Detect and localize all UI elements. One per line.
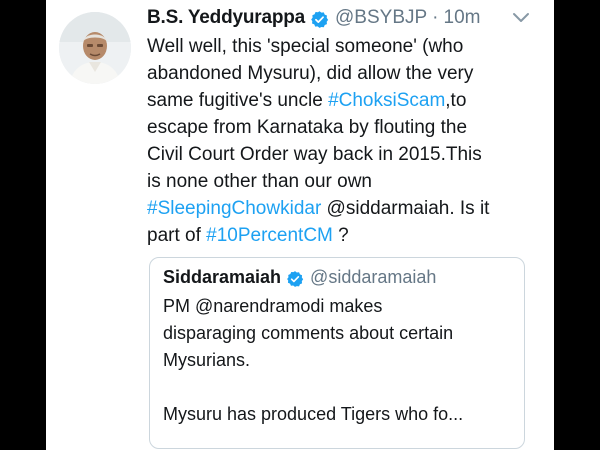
tweet-text-line: same fugitive's uncle #ChoksiScam,to <box>147 87 547 114</box>
hashtag-link[interactable]: #SleepingChowkidar <box>147 198 321 219</box>
tweet-card[interactable]: B.S. Yeddyurappa @BSYBJP · 10m Well well… <box>46 0 554 450</box>
quoted-author-handle: @siddaramaiah <box>310 267 437 287</box>
tweet-text-line: is none other than our own <box>147 168 547 195</box>
tweet-timestamp[interactable]: 10m <box>444 3 481 33</box>
tweet-text-line: Civil Court Order way back in 2015.This <box>147 141 547 168</box>
avatar[interactable] <box>59 12 131 84</box>
tweet-text-line: abandoned Mysuru), did allow the very <box>147 60 547 87</box>
tweet-text-segment: @siddarmaiah. Is it <box>321 198 490 219</box>
tweet-text-segment: Well well, this 'special someone' (who <box>147 36 464 57</box>
quoted-text-line: Mysurians. <box>163 350 251 370</box>
tweet-text-segment: escape from Karnataka by flouting the <box>147 117 468 138</box>
tweet-text: Well well, this 'special someone' (who ab… <box>147 33 547 249</box>
tweet-text-segment: abandoned Mysuru), did allow the very <box>147 63 474 84</box>
author-name[interactable]: B.S. Yeddyurappa <box>147 3 305 33</box>
quoted-text-line: Mysuru has produced Tigers who fo... <box>163 404 464 424</box>
avatar-image <box>59 12 131 84</box>
tweet-text-segment: Civil Court Order way back in 2015.This <box>147 144 482 165</box>
quoted-author-name: Siddaramaiah <box>163 267 282 287</box>
quoted-tweet[interactable]: Siddaramaiah @siddaramaiah PM @narendram… <box>149 257 525 449</box>
tweet-text-line: part of #10PercentCM ? <box>147 222 547 249</box>
verified-badge-icon <box>286 268 304 287</box>
hashtag-link[interactable]: #10PercentCM <box>206 225 333 246</box>
verified-badge-icon <box>310 9 329 28</box>
tweet-text-line: #SleepingChowkidar @siddarmaiah. Is it <box>147 195 547 222</box>
tweet-text-segment: ? <box>332 225 349 246</box>
chevron-down-icon[interactable] <box>510 10 532 26</box>
author-handle[interactable]: @BSYBJP <box>335 3 427 33</box>
tweet-text-line: Well well, this 'special someone' (who <box>147 33 547 60</box>
tweet-text-segment: is none other than our own <box>147 171 372 192</box>
hashtag-link[interactable]: #ChoksiScam <box>328 90 445 111</box>
tweet-header: B.S. Yeddyurappa @BSYBJP · 10m <box>147 3 547 33</box>
quoted-tweet-text: PM @narendramodi makes disparaging commen… <box>163 293 513 428</box>
quoted-text-line: disparaging comments about certain <box>163 323 454 343</box>
quoted-text-spacer <box>163 374 513 401</box>
quoted-text-line: PM @narendramodi makes <box>163 296 383 316</box>
quoted-tweet-header: Siddaramaiah @siddaramaiah <box>163 263 436 291</box>
tweet-text-segment: part of <box>147 225 207 246</box>
tweet-text-segment: same fugitive's uncle <box>147 90 329 111</box>
header-separator: · <box>432 7 439 28</box>
tweet-text-segment: ,to <box>445 90 467 111</box>
tweet-text-line: escape from Karnataka by flouting the <box>147 114 547 141</box>
